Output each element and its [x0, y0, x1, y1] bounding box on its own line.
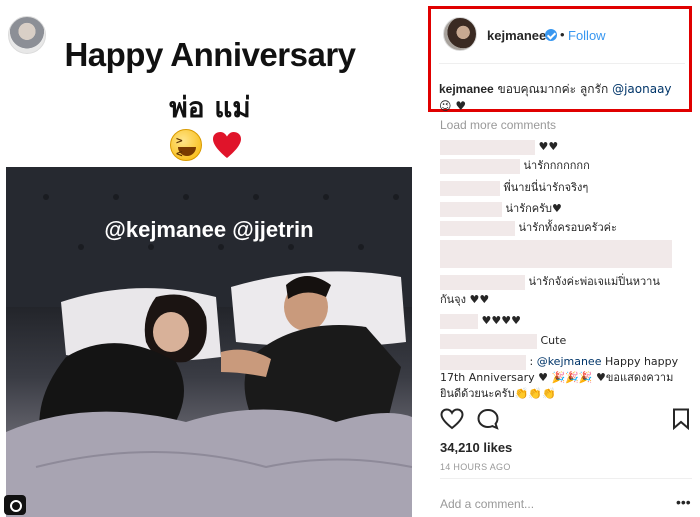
comment-item: Cute — [440, 333, 688, 349]
red-heart-icon — [213, 132, 241, 158]
story-title: Happy Anniversary — [64, 36, 356, 73]
anniversary-photo[interactable]: @kejmanee @jjetrin — [6, 167, 412, 517]
comment-item: พี่นายนี่น่ารักจริงๆ — [440, 180, 688, 196]
caption-text: ขอบคุณมากค่ะ ลูกรัก — [497, 82, 609, 96]
story-emojis — [170, 127, 250, 163]
load-more-comments-button[interactable]: Load more comments — [440, 118, 556, 132]
comment-item: น่ารักทั้งครอบครัวค่ะ — [440, 220, 688, 236]
redacted-username — [440, 333, 537, 349]
comment-item: น่ารักกกกกกก — [440, 158, 688, 174]
comment-item: น่ารักครับ♥ — [440, 201, 688, 217]
heart-icon[interactable] — [440, 408, 464, 430]
post-header-highlight: kejmanee • Follow kejmanee ขอบคุณมากค่ะ … — [428, 6, 692, 115]
redacted-username — [440, 201, 502, 217]
comment-mention[interactable]: @kejmanee — [537, 355, 602, 368]
comment-text: Happy happy — [604, 355, 679, 368]
comment-text: ♥♥ — [538, 140, 559, 153]
bookmark-icon[interactable] — [672, 408, 690, 430]
comment-item: : @kejmanee Happy happy — [440, 354, 688, 370]
caption-emoji: 😉 ♥ — [439, 99, 467, 113]
redacted-username — [440, 313, 478, 329]
comment-item-continued: 17th Anniversary ♥ 🎉🎉🎉 ♥ขอแสดงความ — [440, 370, 688, 386]
comment-item-continued: ยินดีด้วยนะครับ👏👏👏 — [440, 386, 688, 402]
redacted-username — [440, 139, 535, 155]
caption-mention[interactable]: @jaonaay — [612, 82, 671, 96]
profile-username[interactable]: kejmanee — [487, 28, 546, 43]
comment-text: พี่นายนี่น่ารักจริงๆ — [503, 181, 589, 194]
comment-text: Cute — [540, 334, 567, 347]
comment-icon[interactable] — [476, 408, 500, 430]
profile-avatar[interactable] — [443, 17, 477, 51]
comment-divider — [440, 478, 692, 479]
comment-text: น่ารักครับ♥ — [505, 202, 562, 215]
comment-text: น่ารักจังค่ะพ่อเจแม่ปิ่นหวาน — [528, 275, 660, 288]
separator-dot: • — [560, 27, 565, 42]
camera-icon[interactable] — [4, 495, 26, 515]
add-comment-input[interactable] — [440, 494, 660, 514]
redacted-username — [440, 354, 526, 370]
comment-text: น่ารักทั้งครอบครัวค่ะ — [518, 221, 617, 234]
header-divider — [439, 63, 685, 64]
story-subtitle: พ่อ แม่ — [169, 91, 251, 124]
more-options-icon[interactable]: ••• — [676, 494, 691, 510]
comment-item: ♥♥ — [440, 139, 688, 155]
post-caption: kejmanee ขอบคุณมากค่ะ ลูกรัก @jaonaay 😉 … — [439, 81, 684, 115]
action-bar — [440, 408, 690, 434]
comment-item: ♥♥♥♥ — [440, 313, 688, 329]
likes-count[interactable]: 34,210 likes — [440, 440, 512, 455]
comment-item-continued: กันจุง ♥♥ — [440, 292, 688, 308]
redacted-username — [440, 274, 525, 290]
comment-text: ♥♥♥♥ — [481, 314, 521, 327]
redacted-username — [440, 158, 520, 174]
follow-button[interactable]: Follow — [568, 28, 606, 43]
photo-tags[interactable]: @kejmanee @jjetrin — [6, 217, 412, 243]
comment-text: กันจุง ♥♥ — [440, 293, 490, 306]
verified-icon — [545, 29, 557, 41]
post-panel: kejmanee • Follow kejmanee ขอบคุณมากค่ะ … — [428, 0, 700, 517]
caption-username[interactable]: kejmanee — [439, 82, 494, 96]
redacted-username — [440, 220, 515, 236]
laughing-emoji-icon — [170, 129, 202, 161]
story-panel: Happy Anniversary พ่อ แม่ > < @kejmanee … — [0, 0, 420, 517]
redacted-comment — [440, 240, 672, 268]
comment-text: ยินดีด้วยนะครับ👏👏👏 — [440, 387, 556, 400]
comment-item: น่ารักจังค่ะพ่อเจแม่ปิ่นหวาน — [440, 274, 688, 290]
comment-text: : — [529, 355, 537, 368]
redacted-username — [440, 180, 500, 196]
post-timestamp[interactable]: 14 HOURS AGO — [440, 462, 511, 472]
comment-text: 17th Anniversary ♥ 🎉🎉🎉 ♥ขอแสดงความ — [440, 371, 674, 384]
comment-text: น่ารักกกกกกก — [523, 159, 590, 172]
